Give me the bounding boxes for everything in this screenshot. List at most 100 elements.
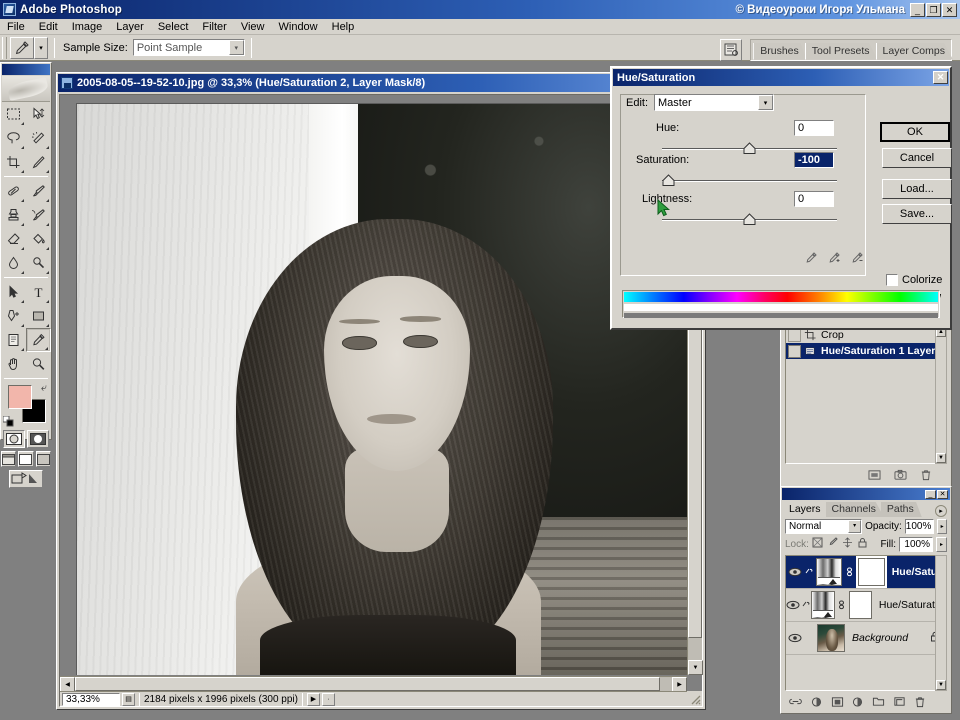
delete-layer-icon[interactable]	[913, 695, 927, 709]
status-popup-arrow-icon[interactable]: ▶	[306, 692, 320, 706]
palette-tab-layer-comps[interactable]: Layer Comps	[875, 42, 953, 60]
document-resize-grip[interactable]	[687, 691, 702, 706]
slice-tool[interactable]	[26, 150, 51, 174]
colorize-checkbox[interactable]	[886, 274, 898, 286]
mask-link-icon-2[interactable]	[837, 600, 846, 610]
history-scrollbar[interactable]: ▲ ▼	[935, 326, 947, 464]
layer-visibility-icon-3[interactable]	[786, 633, 804, 643]
magic-wand-tool[interactable]	[26, 126, 51, 150]
layer-mask-icon[interactable]	[830, 695, 844, 709]
hscroll-thumb[interactable]	[75, 677, 661, 691]
history-scroll-down[interactable]: ▼	[936, 453, 946, 463]
lightness-field[interactable]: 0	[794, 191, 834, 207]
saturation-field[interactable]: -100	[794, 152, 834, 168]
new-layer-icon-footer[interactable]	[893, 695, 907, 709]
sample-size-select[interactable]: Point Sample ▾	[132, 39, 245, 56]
new-snapshot-icon[interactable]	[893, 468, 907, 482]
path-selection-tool[interactable]	[1, 280, 26, 304]
history-snapshot-box[interactable]	[788, 328, 801, 342]
full-screen-menubar-mode-button[interactable]	[18, 451, 34, 467]
eyedropper-icon[interactable]	[804, 251, 818, 268]
scroll-down-button[interactable]: ▼	[688, 660, 703, 675]
eyedropper-tool[interactable]	[26, 328, 51, 352]
layers-close-button[interactable]: ✕	[937, 489, 948, 499]
clone-stamp-tool[interactable]	[1, 203, 26, 227]
layer-row-hue-saturation-2[interactable]: Hue/Satu...	[786, 556, 946, 589]
palette-menu-icon[interactable]: ▸	[935, 505, 947, 517]
type-tool[interactable]: T	[26, 280, 51, 304]
layers-scroll-down[interactable]: ▼	[936, 680, 946, 690]
layer-row-background[interactable]: Background	[786, 622, 946, 655]
palette-tab-brushes[interactable]: Brushes	[753, 42, 807, 60]
layer-visibility-icon[interactable]	[786, 567, 803, 577]
crop-tool[interactable]	[1, 150, 26, 174]
opacity-stepper[interactable]: ▸	[937, 518, 947, 534]
colorize-checkbox-row[interactable]: Colorize	[886, 274, 942, 286]
saturation-slider[interactable]	[662, 174, 837, 188]
current-tool-icon[interactable]	[10, 36, 34, 59]
lightness-slider-handle[interactable]	[743, 213, 756, 226]
layers-scrollbar[interactable]: ▼	[935, 555, 947, 691]
opacity-field[interactable]: 100%	[904, 518, 935, 534]
chevron-down-icon[interactable]: ▾	[758, 95, 774, 110]
layer-thumbnail-background[interactable]	[817, 624, 845, 652]
close-button[interactable]: ✕	[942, 2, 957, 17]
paint-bucket-tool[interactable]	[26, 227, 51, 251]
history-item-hue-saturation-layer[interactable]: Hue/Saturation 1 Layer	[786, 343, 946, 359]
layer-list[interactable]: Hue/Satu... Hue/Saturati... Background	[785, 555, 947, 691]
menu-item-help[interactable]: Help	[325, 19, 362, 35]
blend-mode-chevron-down-icon[interactable]: ▾	[848, 519, 862, 533]
tab-paths[interactable]: Paths	[880, 502, 922, 517]
jump-to-imageready-button[interactable]	[9, 470, 43, 488]
brush-tool[interactable]	[26, 179, 51, 203]
menu-item-file[interactable]: File	[0, 19, 32, 35]
lock-transparency-icon[interactable]	[812, 537, 823, 551]
ok-button[interactable]: OK	[880, 122, 950, 142]
palette-tab-tool-presets[interactable]: Tool Presets	[804, 42, 878, 60]
file-browser-button[interactable]	[720, 38, 743, 61]
lasso-tool[interactable]	[1, 126, 26, 150]
layer-mask-thumbnail[interactable]	[857, 558, 885, 586]
image-canvas[interactable]	[76, 103, 687, 675]
history-list[interactable]: Crop Hue/Saturation 1 Layer	[785, 326, 947, 464]
eyedropper-plus-icon[interactable]	[827, 251, 841, 268]
load-button[interactable]: Load...	[882, 179, 952, 199]
scroll-right-button[interactable]: ▶	[672, 677, 687, 692]
dodge-tool[interactable]	[26, 251, 51, 275]
quick-mask-mode-button[interactable]	[27, 430, 49, 448]
eraser-tool[interactable]	[1, 227, 26, 251]
new-document-from-state-icon[interactable]	[867, 468, 881, 482]
save-button[interactable]: Save...	[882, 204, 952, 224]
layer-thumbnail-2[interactable]	[811, 591, 835, 619]
menu-item-edit[interactable]: Edit	[32, 19, 65, 35]
healing-brush-tool[interactable]	[1, 179, 26, 203]
fill-field[interactable]: 100%	[899, 536, 933, 552]
lock-all-icon[interactable]	[857, 537, 868, 551]
toolbox-title-bar[interactable]	[2, 64, 50, 75]
layer-row-hue-saturation-1[interactable]: Hue/Saturati...	[786, 589, 946, 622]
menu-item-image[interactable]: Image	[65, 19, 110, 35]
blend-mode-select[interactable]: Normal ▾	[785, 518, 863, 534]
tool-preset-dropdown[interactable]: ▾	[34, 36, 48, 59]
rectangular-marquee-tool[interactable]	[1, 102, 26, 126]
history-snapshot-box-2[interactable]	[788, 344, 801, 358]
hscroll-track[interactable]	[75, 677, 672, 691]
layers-minimize-button[interactable]: _	[925, 489, 936, 499]
tab-channels[interactable]: Channels	[825, 502, 884, 517]
edit-channel-select[interactable]: Master ▾	[654, 94, 775, 111]
rectangle-shape-tool[interactable]	[26, 304, 51, 328]
document-title-bar[interactable]: 2005-08-05--19-52-10.jpg @ 33,3% (Hue/Sa…	[58, 74, 704, 92]
lock-pixels-icon[interactable]	[827, 537, 838, 551]
restore-button[interactable]: ❐	[926, 2, 941, 17]
menu-item-select[interactable]: Select	[151, 19, 196, 35]
hue-slider-handle[interactable]	[743, 142, 756, 155]
menu-item-window[interactable]: Window	[272, 19, 325, 35]
move-tool[interactable]	[26, 102, 51, 126]
canvas-horizontal-scrollbar[interactable]: ◀ ▶	[60, 676, 687, 692]
notes-tool[interactable]	[1, 328, 26, 352]
zoom-tool[interactable]	[26, 352, 51, 376]
default-colors-icon[interactable]	[2, 415, 14, 427]
mask-link-icon[interactable]	[844, 567, 855, 577]
menu-item-filter[interactable]: Filter	[195, 19, 233, 35]
menu-item-layer[interactable]: Layer	[109, 19, 151, 35]
